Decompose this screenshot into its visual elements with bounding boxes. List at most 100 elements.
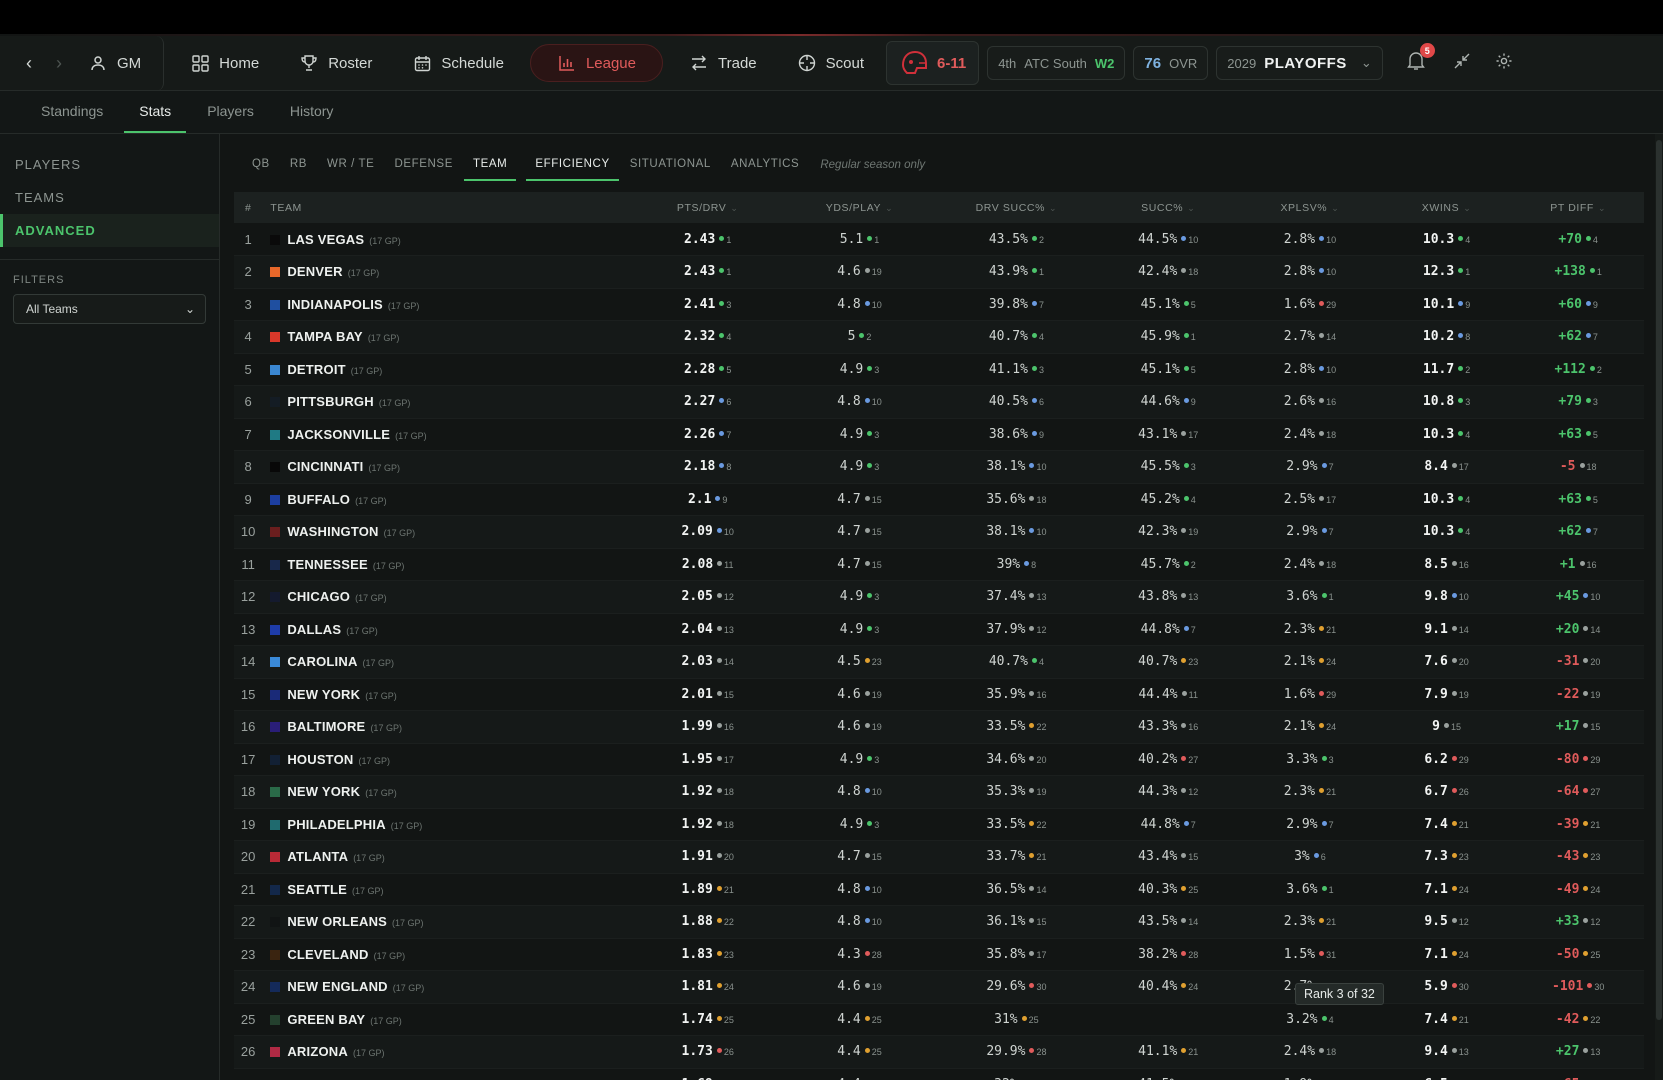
cell-xwins[interactable]: 10.3 4 — [1381, 516, 1513, 549]
cell-xwins[interactable]: 9 15 — [1381, 711, 1513, 744]
cell-xplsv[interactable]: 3.2% 4 — [1239, 1003, 1381, 1036]
nav-roster[interactable]: Roster — [285, 44, 386, 82]
cell-succ[interactable]: 40.2% 27 — [1097, 743, 1239, 776]
cell-yds-play[interactable]: 4.6 19 — [784, 711, 936, 744]
tab-analytics[interactable]: ANALYTICS — [722, 158, 808, 181]
cell-drv-succ[interactable]: 29.9% 28 — [935, 1036, 1097, 1069]
cell-yds-play[interactable]: 4.8 10 — [784, 906, 936, 939]
cell-pts-drv[interactable]: 2.28 5 — [632, 353, 784, 386]
cell-xplsv[interactable]: 2.4% 18 — [1239, 1036, 1381, 1069]
col-drv-succ[interactable]: DRV SUCC% ⌄ — [935, 192, 1097, 223]
table-row[interactable]: 24 NEW ENGLAND (17 GP) 1.81 24 4.6 19 29.6% 30 40… — [234, 970, 1644, 1004]
cell-xwins[interactable]: 9.8 10 — [1381, 581, 1513, 614]
table-row[interactable]: 22 NEW ORLEANS (17 GP) 1.88 22 4.8 10 36.1% 15 43… — [234, 905, 1644, 939]
cell-pts-drv[interactable]: 1.83 23 — [632, 938, 784, 971]
table-row[interactable]: 12 CHICAGO (17 GP) 2.05 12 4.9 3 37.4% 13 43.8% 13… — [234, 580, 1644, 614]
cell-pt-diff[interactable]: -39 21 — [1512, 808, 1644, 841]
sidebar-item-advanced[interactable]: ADVANCED — [0, 214, 219, 247]
table-row[interactable]: 6 PITTSBURGH (17 GP) 2.27 6 4.8 10 40.5% 6 44.6% 9… — [234, 385, 1644, 419]
cell-pt-diff[interactable]: +138 1 — [1512, 256, 1644, 289]
cell-drv-succ[interactable]: 43.5% 2 — [935, 223, 1097, 256]
standing-pill[interactable]: 4th ATC South W2 — [987, 46, 1126, 80]
cell-xwins[interactable]: 7.9 19 — [1381, 678, 1513, 711]
tab-rb[interactable]: RB — [281, 158, 316, 181]
forward-arrow-icon[interactable]: › — [44, 44, 74, 82]
cell-pts-drv[interactable]: 1.91 20 — [632, 841, 784, 874]
table-row[interactable]: 11 TENNESSEE (17 GP) 2.08 11 4.7 15 39% 8 45.7% 2 2… — [234, 548, 1644, 581]
cell-pts-drv[interactable]: 2.41 3 — [632, 288, 784, 321]
cell-pt-diff[interactable]: +20 14 — [1512, 613, 1644, 646]
cell-succ[interactable]: 42.3% 19 — [1097, 516, 1239, 549]
cell-succ[interactable]: 41.5%20 — [1097, 1068, 1239, 1080]
table-row[interactable]: 16 BALTIMORE (17 GP) 1.99 16 4.6 19 33.5% 22 43.3… — [234, 710, 1644, 744]
cell-xplsv[interactable]: 3% 6 — [1239, 841, 1381, 874]
cell-pts-drv[interactable]: 2.26 7 — [632, 418, 784, 451]
cell-xwins[interactable]: 10.2 8 — [1381, 321, 1513, 354]
team-cell[interactable]: BUFFALO (17 GP) — [262, 483, 631, 516]
cell-pt-diff[interactable]: +62 7 — [1512, 321, 1644, 354]
cell-pt-diff[interactable]: +79 3 — [1512, 386, 1644, 419]
cell-xwins[interactable]: 9.5 12 — [1381, 906, 1513, 939]
cell-xplsv[interactable]: 2.3% 21 — [1239, 776, 1381, 809]
col-xplsv[interactable]: XPLSV% ⌄ — [1239, 192, 1381, 223]
cell-pts-drv[interactable]: 1.95 17 — [632, 743, 784, 776]
cell-pts-drv[interactable]: 1.73 26 — [632, 1036, 784, 1069]
cell-yds-play[interactable]: 4.8 10 — [784, 873, 936, 906]
cell-drv-succ[interactable]: 38.1% 10 — [935, 516, 1097, 549]
team-cell[interactable]: DETROIT (17 GP) — [262, 353, 631, 386]
cell-pt-diff[interactable]: -64 27 — [1512, 776, 1644, 809]
cell-pt-diff[interactable]: +112 2 — [1512, 353, 1644, 386]
cell-pts-drv[interactable]: 2.09 10 — [632, 516, 784, 549]
table-row[interactable]: 1 LAS VEGAS (17 GP) 2.43 1 5.1 1 43.5% 2 44.5% 10 2… — [234, 223, 1644, 256]
cell-xplsv[interactable]: 2.9% 7 — [1239, 516, 1381, 549]
cell-pt-diff[interactable]: +45 10 — [1512, 581, 1644, 614]
cell-yds-play[interactable]: 4.7 15 — [784, 841, 936, 874]
cell-drv-succ[interactable]: 35.9% 16 — [935, 678, 1097, 711]
cell-yds-play[interactable]: 4.8 10 — [784, 776, 936, 809]
table-row[interactable]: 7 JACKSONVILLE (17 GP) 2.26 7 4.9 3 38.6% 9 43.1%… — [234, 418, 1644, 451]
col-team[interactable]: TEAM — [262, 192, 631, 223]
cell-succ[interactable]: 45.9% 1 — [1097, 321, 1239, 354]
cell-succ[interactable]: 45.7% 2 — [1097, 548, 1239, 581]
cell-yds-play[interactable]: 4.6 19 — [784, 971, 936, 1004]
scrollbar-thumb[interactable] — [1656, 140, 1662, 1020]
cell-xplsv[interactable]: 1.5% 31 — [1239, 938, 1381, 971]
table-row[interactable]: 26 ARIZONA (17 GP) 1.73 26 4.4 25 29.9% 28 41.1% 2… — [234, 1035, 1644, 1069]
cell-xplsv[interactable]: 1.9%26 — [1239, 1068, 1381, 1080]
cell-drv-succ[interactable]: 35.6% 18 — [935, 483, 1097, 516]
cell-yds-play[interactable]: 4.9 3 — [784, 808, 936, 841]
cell-succ[interactable]: 38.2% 28 — [1097, 938, 1239, 971]
team-cell[interactable]: WASHINGTON (17 GP) — [262, 516, 631, 549]
collapse-icon[interactable] — [1453, 52, 1471, 75]
tab-efficiency[interactable]: EFFICIENCY — [526, 158, 619, 181]
cell-pts-drv[interactable]: 2.04 13 — [632, 613, 784, 646]
cell-pts-drv[interactable]: 2.01 15 — [632, 678, 784, 711]
cell-drv-succ[interactable]: 31% 25 — [935, 1003, 1097, 1036]
tab-defense[interactable]: DEFENSE — [385, 158, 462, 181]
cell-succ[interactable]: 44.4% 11 — [1097, 678, 1239, 711]
cell-yds-play[interactable]: 4.4 25 — [784, 1036, 936, 1069]
col-pt-diff[interactable]: PT DIFF ⌄ — [1512, 192, 1644, 223]
cell-xwins[interactable]: 7.4 21 — [1381, 808, 1513, 841]
team-cell[interactable]: HOUSTON (17 GP) — [262, 743, 631, 776]
tab-standings[interactable]: Standings — [26, 103, 118, 133]
cell-pts-drv[interactable]: 1.74 25 — [632, 1003, 784, 1036]
team-cell[interactable]: DENVER (17 GP) — [262, 256, 631, 289]
cell-drv-succ[interactable]: 36.5% 14 — [935, 873, 1097, 906]
cell-pt-diff[interactable]: +1 16 — [1512, 548, 1644, 581]
cell-xwins[interactable]: 6.528 — [1381, 1068, 1513, 1080]
cell-drv-succ[interactable]: 33.5% 22 — [935, 808, 1097, 841]
cell-succ[interactable]: 40.4% 24 — [1097, 971, 1239, 1004]
cell-xwins[interactable]: 8.5 16 — [1381, 548, 1513, 581]
cell-drv-succ[interactable]: 34.6% 20 — [935, 743, 1097, 776]
cell-xwins[interactable]: 6.2 29 — [1381, 743, 1513, 776]
table-row[interactable]: 23 CLEVELAND (17 GP) 1.83 23 4.3 28 35.8% 17 38.2… — [234, 938, 1644, 971]
cell-xplsv[interactable]: 2.1% 24 — [1239, 646, 1381, 679]
tab-stats[interactable]: Stats — [124, 103, 187, 133]
cell-succ[interactable]: 43.8% 13 — [1097, 581, 1239, 614]
cell-yds-play[interactable]: 4.7 15 — [784, 516, 936, 549]
cell-succ[interactable]: 43.5% 14 — [1097, 906, 1239, 939]
team-cell[interactable]: BALTIMORE (17 GP) — [262, 711, 631, 744]
cell-succ[interactable]: 45.1% 5 — [1097, 288, 1239, 321]
cell-xwins[interactable]: 10.1 9 — [1381, 288, 1513, 321]
